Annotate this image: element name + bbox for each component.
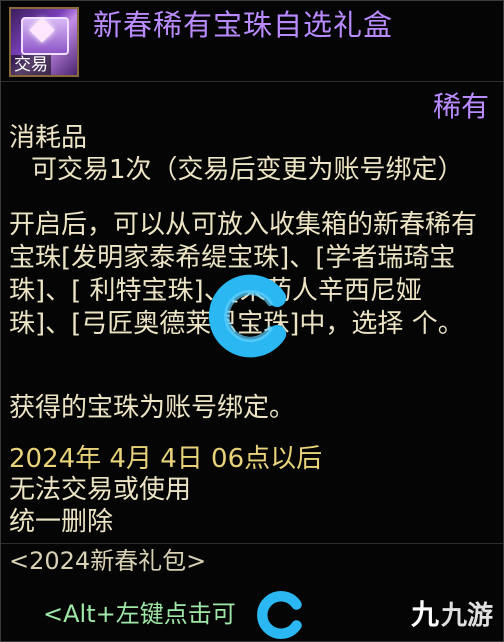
watermark-logo-small-icon xyxy=(257,591,302,639)
trade-badge: 交易 xyxy=(11,55,51,75)
reward-box-icon: 交易 xyxy=(9,7,79,77)
jiuyou-mark-icon: 九 xyxy=(410,598,439,631)
alt-click-hint: <Alt+左键点击可 xyxy=(43,600,236,628)
no-trade-note: 无法交易或使用 xyxy=(9,475,192,505)
jiuyou-watermark: 九 九游 xyxy=(411,593,493,633)
jiuyou-name: 九游 xyxy=(440,600,493,631)
tooltip-header: 交易 新春稀有宝珠自选礼盒 xyxy=(1,1,503,82)
item-tooltip: 交易 新春稀有宝珠自选礼盒 稀有 消耗品 可交易1次（交易后变更为账号绑定） 开… xyxy=(0,0,504,642)
bound-note: 获得的宝珠为账号绑定。 xyxy=(9,393,296,423)
package-name: <2024新春礼包> xyxy=(9,547,207,575)
expire-date: 2024年 4月 4日 06点以后 xyxy=(9,444,323,474)
delete-note: 统一删除 xyxy=(9,507,114,537)
divider xyxy=(1,543,503,544)
item-name: 新春稀有宝珠自选礼盒 xyxy=(93,8,394,42)
rarity-label: 稀有 xyxy=(432,90,489,123)
watermark-logo-icon xyxy=(208,274,287,358)
trade-note: 可交易1次（交易后变更为账号绑定） xyxy=(31,155,464,185)
item-category: 消耗品 xyxy=(9,123,88,153)
